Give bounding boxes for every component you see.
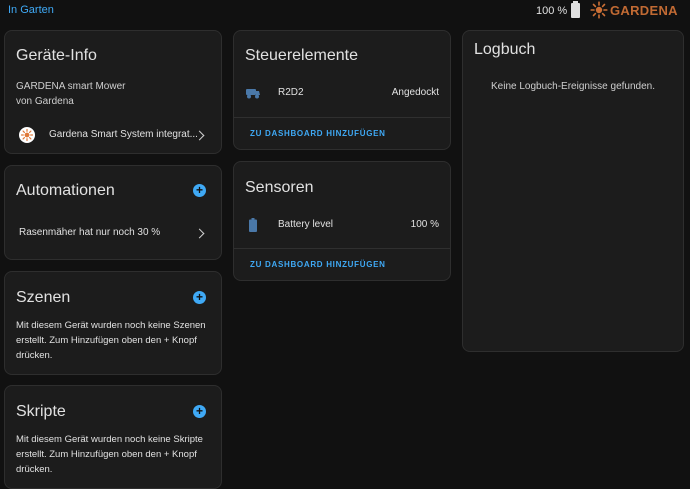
gardena-integration-icon bbox=[19, 127, 35, 143]
battery-entity-state: 100 % bbox=[410, 219, 439, 230]
brand-logo: GARDENA bbox=[590, 1, 678, 19]
sensors-divider bbox=[234, 248, 450, 249]
controls-title: Steuerelemente bbox=[245, 47, 358, 64]
sensors-add-to-dashboard-button[interactable]: ZU DASHBOARD HINZUFÜGEN bbox=[250, 260, 386, 269]
battery-full-icon bbox=[571, 1, 581, 18]
chevron-right-icon bbox=[194, 228, 205, 239]
battery-percentage: 100 % bbox=[536, 4, 568, 17]
integration-row[interactable]: Gardena Smart System integrat... bbox=[5, 123, 221, 147]
mower-entity-row[interactable]: R2D2 Angedockt bbox=[234, 81, 450, 105]
add-automation-button[interactable]: + bbox=[193, 184, 206, 197]
gardena-logo-icon bbox=[590, 1, 608, 19]
device-model: GARDENA smart Mower bbox=[16, 81, 126, 92]
battery-entity-name: Battery level bbox=[278, 219, 334, 230]
back-link-in-garten[interactable]: In Garten bbox=[8, 4, 54, 16]
battery-entity-row[interactable]: Battery level 100 % bbox=[234, 213, 450, 237]
battery-status: 100 % bbox=[536, 1, 581, 18]
top-bar: In Garten 100 % GARDENA bbox=[0, 0, 690, 22]
mower-entity-name: R2D2 bbox=[278, 87, 304, 98]
logbook-title: Logbuch bbox=[474, 41, 536, 58]
automations-title: Automationen bbox=[16, 182, 115, 199]
integration-label: Gardena Smart System integrat... bbox=[49, 129, 198, 140]
battery-level-icon bbox=[249, 218, 257, 232]
add-scene-button[interactable]: + bbox=[193, 291, 206, 304]
device-info-title: Geräte-Info bbox=[16, 47, 97, 64]
mower-entity-state: Angedockt bbox=[391, 87, 439, 98]
automation-item-label: Rasenmäher hat nur noch 30 % bbox=[19, 227, 161, 238]
automation-item[interactable]: Rasenmäher hat nur noch 30 % bbox=[5, 222, 221, 244]
scenes-card: Szenen + Mit diesem Gerät wurden noch ke… bbox=[4, 271, 222, 375]
scripts-card: Skripte + Mit diesem Gerät wurden noch k… bbox=[4, 385, 222, 489]
controls-card: Steuerelemente R2D2 Angedockt ZU DASHBOA… bbox=[233, 30, 451, 150]
device-info-card: Geräte-Info GARDENA smart Mower von Gard… bbox=[4, 30, 222, 154]
sensors-card: Sensoren Battery level 100 % ZU DASHBOAR… bbox=[233, 161, 451, 281]
controls-divider bbox=[234, 117, 450, 118]
add-script-button[interactable]: + bbox=[193, 405, 206, 418]
controls-add-to-dashboard-button[interactable]: ZU DASHBOARD HINZUFÜGEN bbox=[250, 129, 386, 138]
brand-name: GARDENA bbox=[610, 2, 678, 18]
scenes-empty-text: Mit diesem Gerät wurden noch keine Szene… bbox=[16, 320, 206, 361]
logbook-card: Logbuch Keine Logbuch-Ereignisse gefunde… bbox=[462, 30, 684, 352]
robot-mower-icon bbox=[246, 89, 260, 99]
device-manufacturer: von Gardena bbox=[16, 96, 74, 107]
logbook-empty-text: Keine Logbuch-Ereignisse gefunden. bbox=[490, 81, 655, 92]
sensors-title: Sensoren bbox=[245, 179, 314, 196]
scripts-title: Skripte bbox=[16, 403, 66, 420]
scenes-title: Szenen bbox=[16, 289, 71, 306]
automations-card: Automationen + Rasenmäher hat nur noch 3… bbox=[4, 165, 222, 260]
scripts-empty-text: Mit diesem Gerät wurden noch keine Skrip… bbox=[16, 434, 203, 475]
